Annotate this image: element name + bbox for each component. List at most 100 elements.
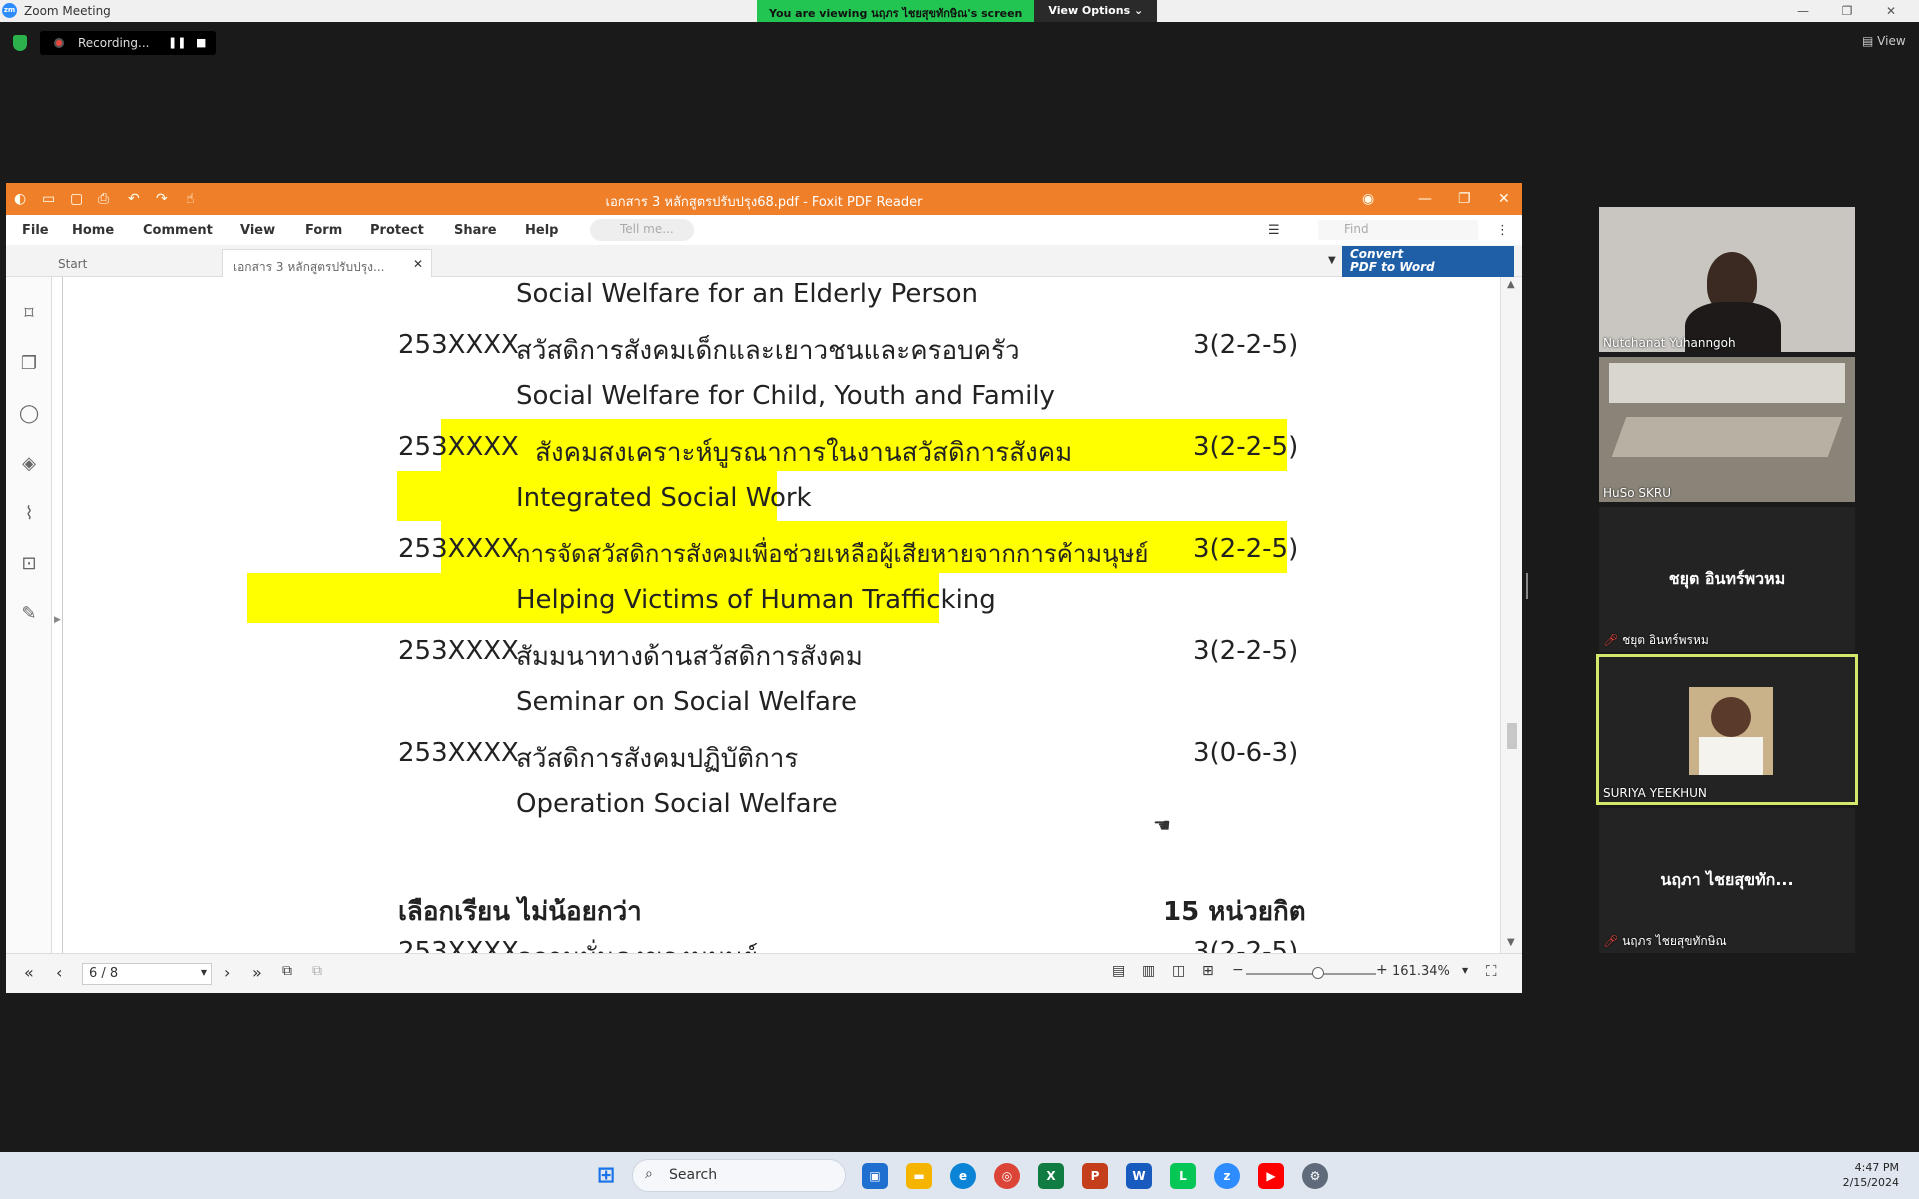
security-icon[interactable]: ⊡	[19, 553, 39, 575]
share-banner: You are viewing นฤภร ไชยสุขทักษิณ's scre…	[757, 0, 1158, 22]
store-icon[interactable]: ▣	[862, 1163, 888, 1189]
next-page-icon[interactable]: ›	[224, 963, 230, 982]
word-icon[interactable]: W	[1126, 1163, 1152, 1189]
stop-icon[interactable]: ■	[196, 36, 206, 49]
tab-start-label: Start	[58, 257, 88, 271]
file-explorer-icon[interactable]: ▬	[906, 1163, 932, 1189]
zoom-in-icon[interactable]: +	[1376, 962, 1388, 978]
grid-icon: ▤	[1862, 34, 1874, 48]
page-number-input[interactable]: 6 / 8 ▼	[82, 963, 212, 985]
participant-name: 🎤︎ นฤภร ไชยสุขทักษิณ	[1603, 932, 1727, 951]
facing-icon[interactable]: ◫	[1172, 963, 1185, 979]
chevron-down-icon[interactable]: ▼	[1462, 966, 1468, 975]
pdf-page[interactable]: Social Welfare for an Elderly Person 253…	[62, 277, 1500, 953]
scroll-down-icon[interactable]: ▼	[1507, 937, 1515, 948]
find-input[interactable]: Find	[1318, 220, 1478, 240]
view-options-button[interactable]: View Options ⌄	[1034, 0, 1158, 22]
scroll-up-icon[interactable]: ▲	[1507, 279, 1515, 290]
menu-share[interactable]: Share	[454, 223, 497, 238]
menu-protect[interactable]: Protect	[370, 223, 424, 238]
excel-icon[interactable]: X	[1038, 1163, 1064, 1189]
search-options-icon[interactable]: ☰	[1268, 223, 1280, 238]
participant-tile[interactable]: ชยุต อินทร์พวหม 🎤︎ ชยุต อินทร์พรหม	[1599, 507, 1855, 652]
menu-form[interactable]: Form	[305, 223, 342, 238]
comments-icon[interactable]: ◯	[19, 403, 39, 425]
taskbar-search[interactable]: ⌕ Search	[632, 1159, 846, 1192]
expand-panel-icon[interactable]: ▶	[54, 615, 61, 625]
minimize-icon[interactable]: —	[1788, 2, 1818, 20]
prev-page-icon[interactable]: ‹	[56, 963, 62, 982]
course-code: 253XXXX	[398, 432, 519, 462]
zoom-slider-handle[interactable]	[1312, 967, 1324, 979]
convert-pdf-to-word-button[interactable]: Convert PDF to Word	[1342, 246, 1514, 278]
settings-icon[interactable]: ⚙	[1302, 1163, 1328, 1189]
line-icon[interactable]: L	[1170, 1163, 1196, 1189]
document-tabs: Start เอกสาร 3 หลักสูตรปรับปรุง... ✕ ▼ C…	[6, 245, 1522, 278]
ribbon-menu: File Home Comment View Form Protect Shar…	[6, 215, 1522, 245]
restore-icon[interactable]: ❐	[1458, 191, 1471, 207]
participant-tile[interactable]: Nutchanat Yuhanngoh	[1599, 207, 1855, 352]
chevron-down-icon: ⌄	[1133, 4, 1144, 17]
chrome-icon[interactable]: ◎	[994, 1163, 1020, 1189]
taskbar: ⊞ ⌕ Search ▣ ▬ e ◎ X P W L z ▶ ⚙ 4:47 PM …	[0, 1152, 1919, 1199]
youtube-icon[interactable]: ▶	[1258, 1163, 1284, 1189]
course-english: Operation Social Welfare	[516, 789, 838, 819]
tell-me-placeholder: Tell me...	[620, 222, 674, 236]
first-page-icon[interactable]: «	[24, 963, 34, 982]
participant-tile-active[interactable]: SURIYA YEEKHUN	[1596, 654, 1858, 805]
tab-document[interactable]: เอกสาร 3 หลักสูตรปรับปรุง... ✕	[222, 249, 432, 277]
close-icon[interactable]: ✕	[1876, 2, 1906, 20]
signature-icon[interactable]: ✎	[19, 603, 39, 625]
participant-avatar	[1711, 697, 1751, 737]
layers-icon[interactable]: ◈	[19, 453, 39, 475]
panel-divider[interactable]	[1526, 573, 1528, 599]
tell-me-search[interactable]: Tell me...	[590, 219, 694, 241]
participant-name-text: นฤภร ไชยสุขทักษิณ	[1622, 934, 1727, 948]
extract-icon[interactable]: ⧉	[312, 963, 322, 979]
close-tab-icon[interactable]: ✕	[413, 257, 423, 271]
continuous-icon[interactable]: ▥	[1142, 963, 1155, 979]
shield-icon[interactable]	[13, 35, 27, 51]
zoom-out-icon[interactable]: −	[1232, 962, 1244, 978]
powerpoint-icon[interactable]: P	[1082, 1163, 1108, 1189]
fullscreen-icon[interactable]: ⛶	[1486, 962, 1497, 980]
zoom-slider[interactable]	[1246, 973, 1376, 975]
minimize-icon[interactable]: —	[1418, 191, 1432, 207]
menu-view[interactable]: View	[240, 223, 275, 238]
rotate-icon[interactable]: ⧉	[282, 963, 292, 979]
clock-date: 2/15/2024	[1842, 1176, 1899, 1189]
menu-comment[interactable]: Comment	[143, 223, 213, 238]
zoom-app-icon[interactable]: z	[1214, 1163, 1240, 1189]
start-icon[interactable]: ⊞	[593, 1163, 619, 1189]
menu-home[interactable]: Home	[72, 223, 114, 238]
status-bar: « ‹ 6 / 8 ▼ › » ⧉ ⧉ ▤ ▥ ◫ ⊞ − + 161.34% ▼…	[6, 953, 1522, 993]
menu-help[interactable]: Help	[525, 223, 558, 238]
last-page-icon[interactable]: »	[252, 963, 262, 982]
pause-icon[interactable]: ❚❚	[168, 36, 186, 49]
account-icon[interactable]: ◉	[1362, 191, 1374, 207]
participant-tile[interactable]: นฤภา ไชยสุขทัก... 🎤︎ นฤภร ไชยสุขทักษิณ	[1599, 808, 1855, 953]
pages-icon[interactable]: ❐	[19, 353, 39, 375]
zoom-level[interactable]: 161.34%	[1392, 964, 1450, 979]
participant-video	[1611, 417, 1843, 457]
tab-start[interactable]: Start	[48, 249, 222, 277]
course-code: 253XXXX	[398, 937, 519, 953]
course-thai: สังคมสงเคราะห์บูรณาการในงานสวัสดิการสังค…	[535, 438, 1073, 468]
restore-icon[interactable]: ❐	[1832, 2, 1862, 20]
tab-list-icon[interactable]: ▼	[1328, 255, 1336, 266]
system-clock[interactable]: 4:47 PM 2/15/2024	[1843, 1160, 1899, 1190]
menu-file[interactable]: File	[22, 223, 49, 238]
participant-tile[interactable]: HuSo SKRU	[1599, 357, 1855, 502]
edge-icon[interactable]: e	[950, 1163, 976, 1189]
bookmark-icon[interactable]: ⌑	[19, 303, 39, 325]
more-icon[interactable]: ⋮	[1496, 223, 1509, 238]
close-icon[interactable]: ✕	[1498, 191, 1510, 207]
scroll-thumb[interactable]	[1507, 723, 1517, 749]
view-button[interactable]: ▤ View	[1862, 34, 1906, 48]
continuous-facing-icon[interactable]: ⊞	[1202, 963, 1214, 979]
course-thai: สวัสดิการสังคมเด็กและเยาวชนและครอบครัว	[516, 336, 1020, 366]
attachment-icon[interactable]: ⌇	[19, 503, 39, 525]
vertical-scrollbar[interactable]: ▲ ▼	[1500, 277, 1522, 953]
single-page-icon[interactable]: ▤	[1112, 963, 1125, 979]
share-banner-text: You are viewing นฤภร ไชยสุขทักษิณ's scre…	[757, 0, 1035, 22]
